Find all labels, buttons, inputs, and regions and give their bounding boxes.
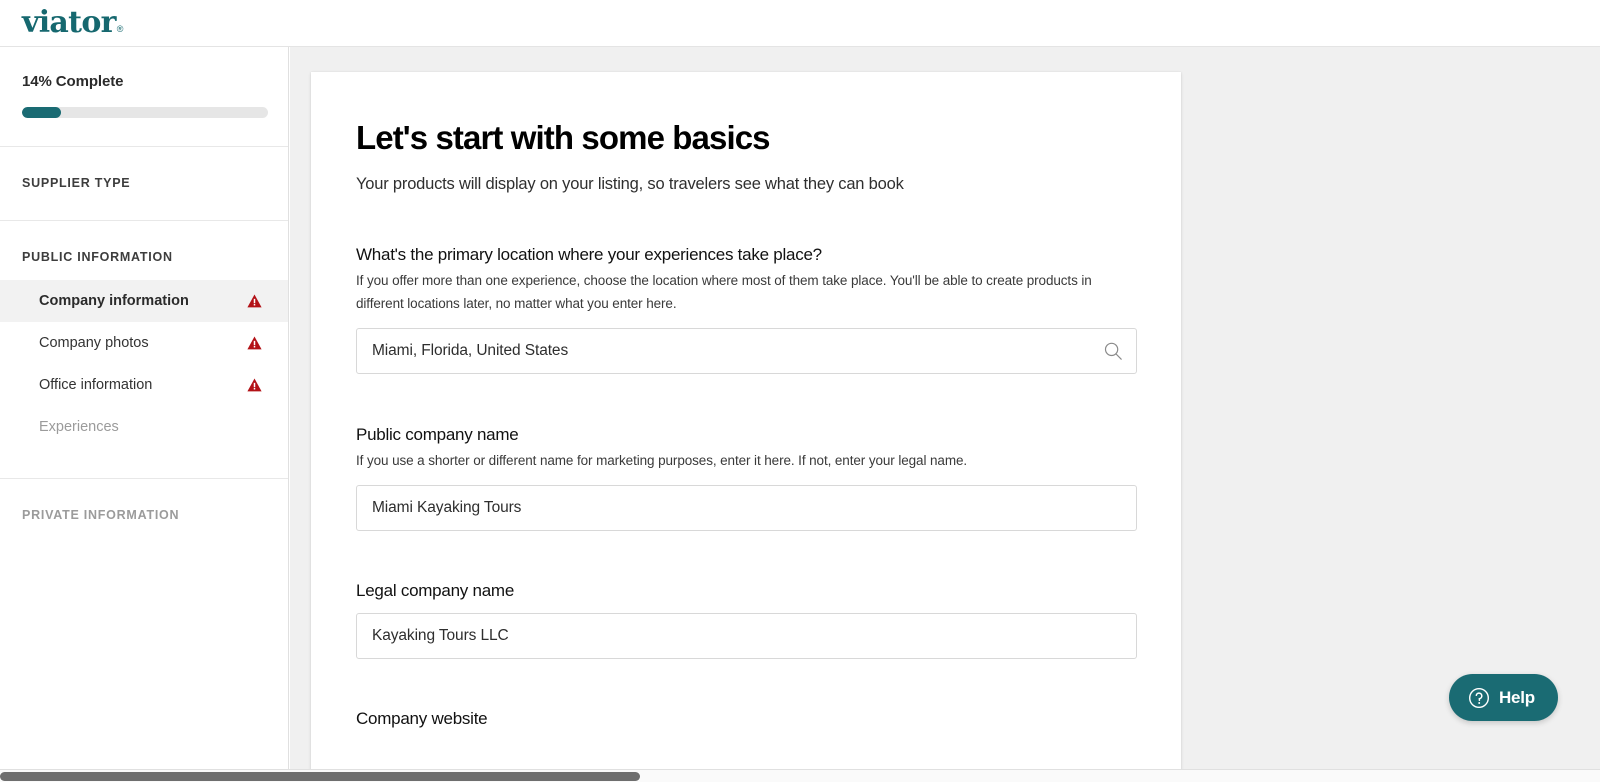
location-help: If you offer more than one experience, c…: [356, 273, 1092, 311]
legal-company-name-input-wrap: [356, 612, 1137, 659]
warning-icon: [247, 378, 262, 392]
sidebar-item-label: Company information: [39, 293, 189, 309]
progress-label: 14% Complete: [22, 73, 124, 90]
form-card: Let's start with some basics Your produc…: [311, 72, 1181, 782]
question-circle-icon: [1468, 687, 1489, 708]
public-company-name-input[interactable]: [356, 484, 1137, 531]
public-company-name-help: If you use a shorter or different name f…: [356, 453, 968, 469]
help-button[interactable]: Help: [1448, 674, 1558, 721]
warning-icon: [247, 336, 262, 350]
nav-items-public-information: Company information Company photos Offic…: [0, 280, 288, 478]
company-website-label: Company website: [356, 708, 488, 728]
sidebar-item-label: Office information: [39, 377, 153, 393]
sidebar-item-label: Experiences: [39, 419, 119, 435]
horizontal-scrollbar[interactable]: [0, 769, 1600, 782]
field-group-public-company-name: Public company name If you use a shorter…: [356, 425, 1137, 531]
viator-logo[interactable]: viator ®: [22, 8, 123, 38]
progress-block: 14% Complete: [0, 47, 288, 147]
app-root: viator ® 14% Complete SUPPLIER TYPE PUBLI…: [0, 0, 1600, 782]
section-title-supplier-type: SUPPLIER TYPE: [22, 176, 131, 190]
horizontal-scrollbar-thumb[interactable]: [0, 772, 640, 781]
warning-icon: [247, 294, 262, 308]
section-title-public-information: PUBLIC INFORMATION: [22, 250, 173, 264]
nav-section-supplier-type: SUPPLIER TYPE: [0, 147, 288, 221]
legal-company-name-label: Legal company name: [356, 580, 515, 600]
location-input-wrap: [356, 328, 1137, 375]
field-group-company-website: Company website: [356, 709, 1135, 729]
nav-section-public-information: PUBLIC INFORMATION Company information C…: [0, 221, 288, 479]
page-title: Let's start with some basics: [356, 119, 771, 156]
sidebar-item-experiences: Experiences: [0, 406, 288, 448]
progress-track: [22, 107, 268, 118]
field-group-legal-company-name: Legal company name: [356, 580, 1137, 659]
progress-fill: [22, 107, 62, 118]
registered-mark: ®: [116, 24, 124, 34]
logo-wordmark: viator: [22, 5, 116, 40]
page-subtitle: Your products will display on your listi…: [356, 175, 904, 194]
nav-section-private-information: PRIVATE INFORMATION: [0, 479, 288, 552]
sidebar-item-office-information[interactable]: Office information: [0, 364, 288, 406]
sidebar-item-label: Company photos: [39, 335, 149, 351]
sidebar-item-company-information[interactable]: Company information: [0, 280, 288, 322]
legal-company-name-input[interactable]: [356, 612, 1137, 659]
public-company-name-label: Public company name: [356, 425, 519, 445]
sidebar: 14% Complete SUPPLIER TYPE PUBLIC INFORM…: [0, 47, 289, 782]
app-header: viator ®: [0, 0, 1600, 47]
sidebar-item-company-photos[interactable]: Company photos: [0, 322, 288, 364]
location-search-input[interactable]: [356, 328, 1137, 375]
main-content: Let's start with some basics Your produc…: [290, 47, 1600, 782]
location-label: What's the primary location where your e…: [356, 245, 822, 265]
public-company-name-input-wrap: [356, 484, 1137, 531]
section-title-private-information: PRIVATE INFORMATION: [22, 508, 180, 522]
help-button-label: Help: [1498, 687, 1535, 707]
field-group-location: What's the primary location where your e…: [356, 245, 1137, 375]
